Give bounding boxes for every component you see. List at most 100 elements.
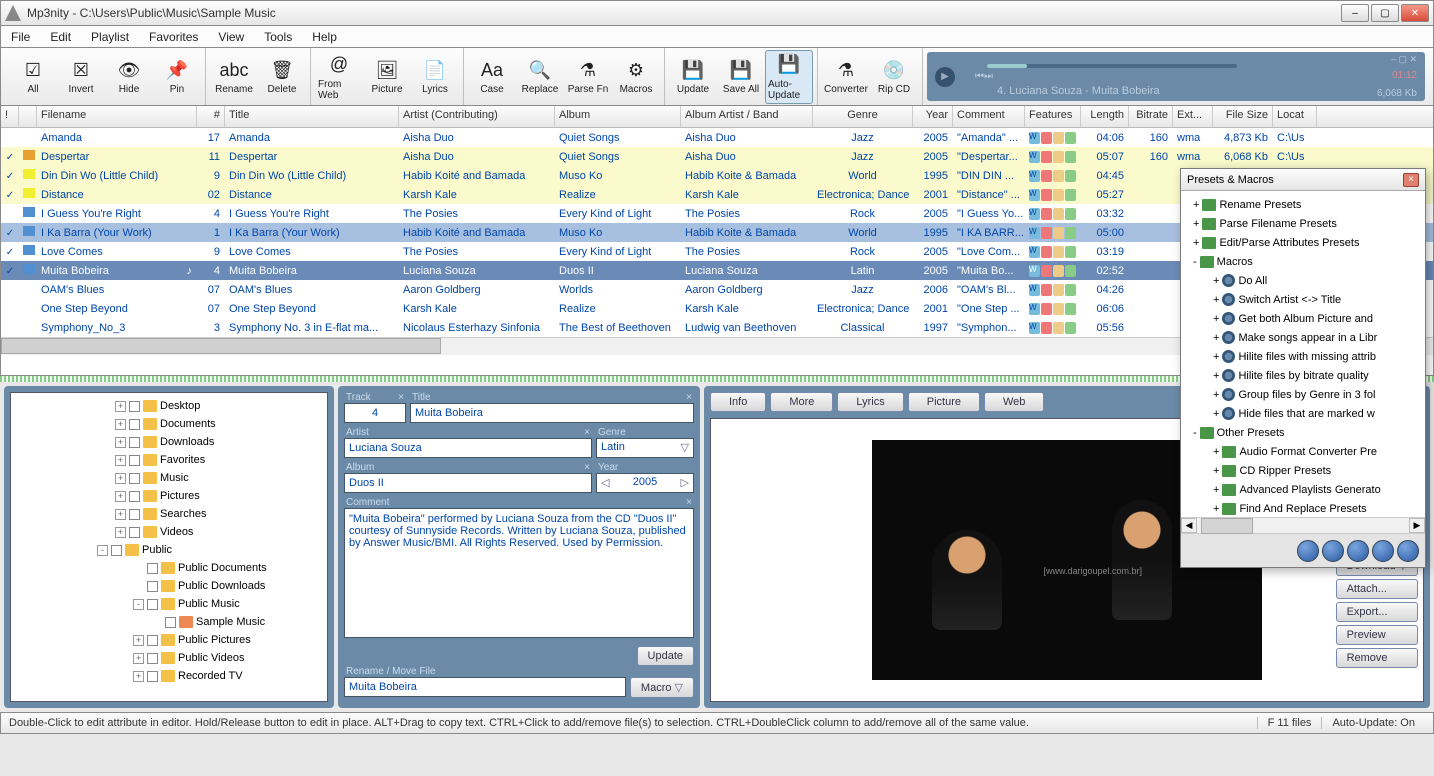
column-header[interactable]: File Size <box>1213 106 1273 127</box>
checkbox[interactable] <box>129 473 140 484</box>
preset-item[interactable]: +Hilite files with missing attrib <box>1185 347 1421 366</box>
preset-item[interactable]: +Do All <box>1185 271 1421 290</box>
tab-web[interactable]: Web <box>984 392 1044 412</box>
preset-item[interactable]: +CD Ripper Presets <box>1185 461 1421 480</box>
column-header[interactable]: Ext... <box>1173 106 1213 127</box>
column-header[interactable]: Genre <box>813 106 913 127</box>
toolbar-case[interactable]: AaCase <box>468 50 516 104</box>
menu-playlist[interactable]: Playlist <box>87 28 133 46</box>
tab-info[interactable]: Info <box>710 392 766 412</box>
tree-item[interactable]: +Searches <box>15 505 323 523</box>
macro-button[interactable]: Macro <box>630 677 694 698</box>
album-field[interactable] <box>344 473 592 493</box>
tree-item[interactable]: +Downloads <box>15 433 323 451</box>
toolbar-invert[interactable]: ☒Invert <box>57 50 105 104</box>
presets-close-icon[interactable]: × <box>1403 173 1419 187</box>
preset-item[interactable]: -Other Presets <box>1185 423 1421 442</box>
preset-item[interactable]: +Find And Replace Presets <box>1185 499 1421 517</box>
tree-item[interactable]: +Documents <box>15 415 323 433</box>
tree-item[interactable]: Public Downloads <box>15 577 323 595</box>
column-header[interactable]: Artist (Contributing) <box>399 106 555 127</box>
column-header[interactable]: # <box>197 106 225 127</box>
checkbox[interactable] <box>147 563 158 574</box>
tree-item[interactable]: +Favorites <box>15 451 323 469</box>
toolbar-converter[interactable]: ⚗Converter <box>822 50 870 104</box>
preset-item[interactable]: +Make songs appear in a Libr <box>1185 328 1421 347</box>
preset-btn-4[interactable] <box>1372 540 1394 562</box>
toolbar-rip-cd[interactable]: 💿Rip CD <box>870 50 918 104</box>
tree-item[interactable]: Sample Music <box>15 613 323 631</box>
preset-item[interactable]: +Advanced Playlists Generato <box>1185 480 1421 499</box>
menu-help[interactable]: Help <box>308 28 341 46</box>
checkbox[interactable] <box>129 509 140 520</box>
column-header[interactable]: Filename <box>37 106 197 127</box>
play-icon[interactable]: ▶ <box>935 67 955 87</box>
column-header[interactable]: Title <box>225 106 399 127</box>
expand-icon[interactable]: + <box>1213 275 1219 287</box>
preset-btn-5[interactable] <box>1397 540 1419 562</box>
tree-item[interactable]: -Public Music <box>15 595 323 613</box>
toolbar-parse-fn[interactable]: ⚗Parse Fn <box>564 50 612 104</box>
expand-icon[interactable]: + <box>1193 199 1199 211</box>
track-field[interactable] <box>344 403 406 423</box>
clear-comment-icon[interactable]: × <box>686 497 692 508</box>
preset-item[interactable]: +Parse Filename Presets <box>1185 214 1421 233</box>
expand-icon[interactable]: + <box>1213 484 1219 496</box>
preset-btn-1[interactable] <box>1297 540 1319 562</box>
comment-field[interactable]: "Muita Bobeira" performed by Luciana Sou… <box>344 508 694 638</box>
toolbar-rename[interactable]: abcRename <box>210 50 258 104</box>
preset-item[interactable]: +Group files by Genre in 3 fol <box>1185 385 1421 404</box>
tree-item[interactable]: +Desktop <box>15 397 323 415</box>
expand-icon[interactable]: + <box>115 437 126 448</box>
expand-icon[interactable]: + <box>1213 351 1219 363</box>
column-header[interactable]: Features <box>1025 106 1081 127</box>
toolbar-delete[interactable]: 🗑Delete <box>258 50 306 104</box>
checkbox[interactable] <box>147 671 158 682</box>
checkbox[interactable] <box>111 545 122 556</box>
toolbar-auto-update[interactable]: 💾Auto-Update <box>765 50 813 104</box>
column-header[interactable]: Locat <box>1273 106 1317 127</box>
minimize-button[interactable]: – <box>1341 4 1369 22</box>
preset-item[interactable]: +Get both Album Picture and <box>1185 309 1421 328</box>
presets-tree[interactable]: +Rename Presets+Parse Filename Presets+E… <box>1181 191 1425 517</box>
folder-tree[interactable]: +Desktop+Documents+Downloads+Favorites+M… <box>10 392 328 702</box>
toolbar-save-all[interactable]: 💾Save All <box>717 50 765 104</box>
expand-icon[interactable]: + <box>1213 294 1219 306</box>
rename-field[interactable] <box>344 677 626 697</box>
checkbox[interactable] <box>129 419 140 430</box>
toolbar-all[interactable]: ☑All <box>9 50 57 104</box>
checkbox[interactable] <box>129 401 140 412</box>
preset-btn-2[interactable] <box>1322 540 1344 562</box>
player[interactable]: ▶⏮⏭4. Luciana Souza - Muita Bobeira– ▢ ✕… <box>927 52 1425 101</box>
toolbar-pin[interactable]: 📌Pin <box>153 50 201 104</box>
expand-icon[interactable]: + <box>115 455 126 466</box>
expand-icon[interactable]: + <box>133 635 144 646</box>
expand-icon[interactable]: + <box>115 491 126 502</box>
column-header[interactable]: Album <box>555 106 681 127</box>
menu-edit[interactable]: Edit <box>46 28 75 46</box>
preset-item[interactable]: +Edit/Parse Attributes Presets <box>1185 233 1421 252</box>
column-header[interactable]: Bitrate <box>1129 106 1173 127</box>
table-row[interactable]: ✓Despertar11DespertarAisha DuoQuiet Song… <box>1 147 1433 166</box>
column-header[interactable] <box>19 106 37 127</box>
clear-title-icon[interactable]: × <box>686 392 692 403</box>
toolbar-macros[interactable]: ⚙Macros <box>612 50 660 104</box>
expand-icon[interactable]: + <box>1193 218 1199 230</box>
expand-icon[interactable]: + <box>1213 503 1219 515</box>
clear-artist-icon[interactable]: × <box>584 427 590 438</box>
presets-window[interactable]: Presets & Macros × +Rename Presets+Parse… <box>1180 168 1426 568</box>
column-header[interactable]: ! <box>1 106 19 127</box>
tree-item[interactable]: +Pictures <box>15 487 323 505</box>
toolbar-from-web[interactable]: @From Web <box>315 50 363 104</box>
clear-track-icon[interactable]: × <box>398 392 404 403</box>
preset-btn-3[interactable] <box>1347 540 1369 562</box>
expand-icon[interactable]: + <box>1213 389 1219 401</box>
expand-icon[interactable]: + <box>1213 370 1219 382</box>
tab-more[interactable]: More <box>770 392 833 412</box>
checkbox[interactable] <box>147 581 158 592</box>
checkbox[interactable] <box>147 635 158 646</box>
preset-item[interactable]: +Switch Artist <-> Title <box>1185 290 1421 309</box>
checkbox[interactable] <box>129 437 140 448</box>
column-header[interactable]: Length <box>1081 106 1129 127</box>
preset-item[interactable]: +Hilite files by bitrate quality <box>1185 366 1421 385</box>
